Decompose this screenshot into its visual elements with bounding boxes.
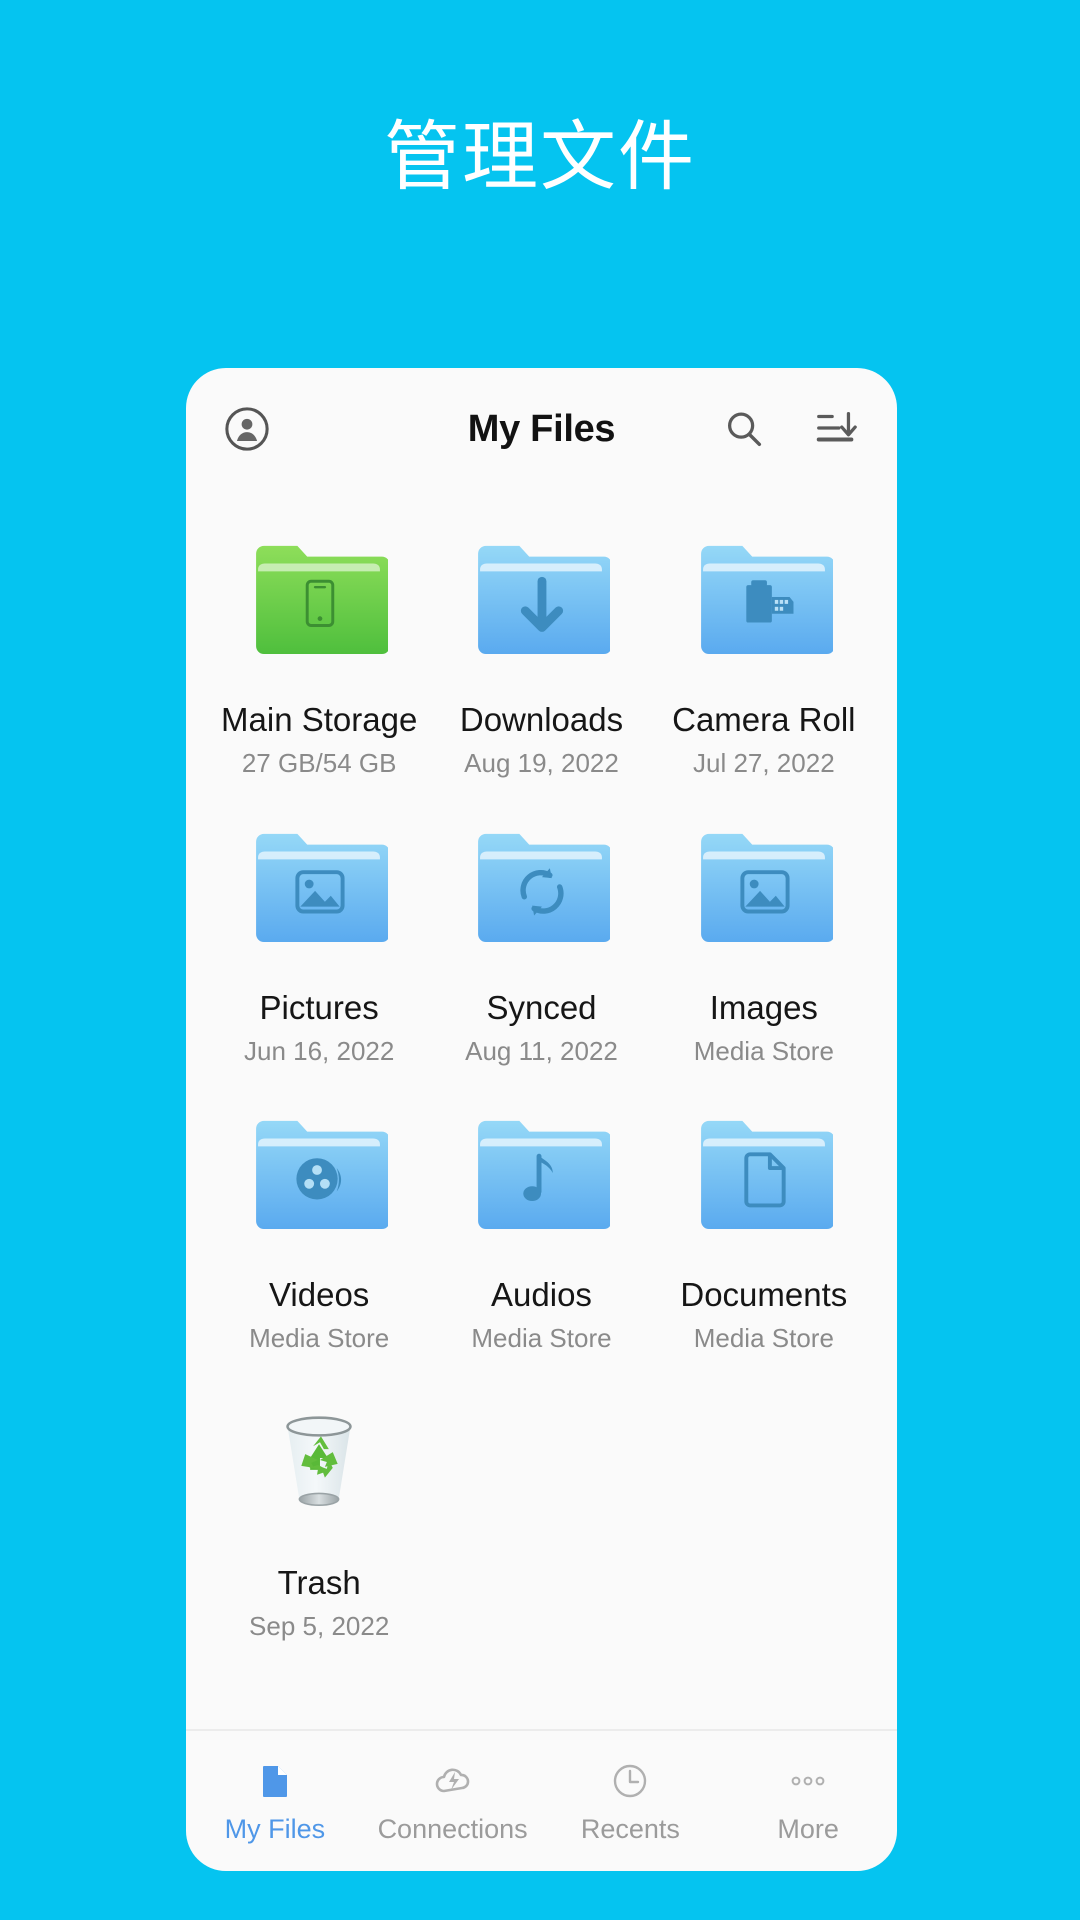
cloud-bolt-icon [432,1760,474,1802]
screen: 管理文件 My Files Main Storage 27 GB/54 GB D… [0,0,1080,1920]
file-tile[interactable]: Audios Media Store [430,1087,652,1375]
folder-film-icon [250,1113,389,1230]
folder-filmroll-icon [695,538,833,654]
file-tile-name: Images [709,988,818,1026]
folder-download-icon [472,538,611,654]
folder-image-icon [250,826,389,942]
file-tile-name: Synced [486,988,597,1026]
nav-item-more[interactable]: More [719,1760,897,1843]
nav-label: More [777,1813,839,1844]
file-tile-subtitle: Media Store [471,1323,612,1354]
file-tile[interactable]: Images Media Store [653,800,875,1088]
file-tile-name: Trash [277,1563,361,1601]
nav-label: Connections [377,1813,528,1844]
file-tile-name: Videos [269,1276,370,1314]
file-tile[interactable]: Synced Aug 11, 2022 [430,800,652,1088]
file-tile-subtitle: Aug 11, 2022 [465,1035,618,1066]
file-tile[interactable]: Videos Media Store [208,1087,430,1375]
file-tile-name: Main Storage [221,701,418,738]
file-tile-subtitle: Media Store [693,1035,834,1066]
file-tile-subtitle: Sep 5, 2022 [249,1610,390,1641]
folder-music-icon [472,1113,611,1230]
file-tile[interactable]: Camera Roll Jul 27, 2022 [653,512,875,800]
nav-label: My Files [224,1813,326,1844]
recycle-bin-icon [250,1401,388,1517]
folder-sync-icon [472,826,611,942]
folder-document-icon [695,1113,833,1230]
folder-image-icon [695,826,833,942]
file-tile-subtitle: Media Store [249,1323,390,1354]
nav-item-my-files[interactable]: My Files [186,1760,364,1843]
file-tile[interactable]: Downloads Aug 19, 2022 [430,512,652,800]
file-tile-subtitle: Aug 19, 2022 [464,747,619,778]
file-tile-subtitle: Media Store [693,1323,834,1354]
sort-descending-icon[interactable] [813,406,859,452]
file-tile-name: Camera Roll [672,701,856,738]
bottom-nav: My Files Connections Recents More [186,1729,897,1871]
page-title: 管理文件 [384,115,696,200]
clock-icon [609,1760,651,1802]
file-tile-name: Pictures [259,988,379,1026]
file-tile[interactable]: Main Storage 27 GB/54 GB [208,512,430,800]
file-tile-subtitle: Jul 27, 2022 [692,747,835,778]
more-dots-icon [787,1760,829,1802]
nav-item-recents[interactable]: Recents [542,1760,720,1843]
nav-label: Recents [580,1813,680,1844]
file-tile-name: Documents [680,1276,848,1314]
app-bar-title: My Files [467,407,616,450]
file-tile-subtitle: Jun 16, 2022 [243,1035,395,1066]
file-tile-name: Audios [491,1276,592,1314]
file-grid: Main Storage 27 GB/54 GB Downloads Aug 1… [186,490,897,1729]
file-tile-subtitle: 27 GB/54 GB [241,747,397,778]
search-icon[interactable] [721,406,767,452]
file-page-icon [254,1760,296,1802]
nav-item-connections[interactable]: Connections [364,1760,542,1843]
file-tile[interactable]: Documents Media Store [653,1087,875,1375]
app-bar: My Files [186,368,897,490]
phone-mockup-card: My Files Main Storage 27 GB/54 GB Downlo… [186,368,897,1871]
file-tile[interactable]: Pictures Jun 16, 2022 [208,800,430,1088]
file-tile[interactable]: Trash Sep 5, 2022 [208,1375,430,1663]
folder-phone-icon [250,538,389,654]
file-tile-name: Downloads [459,701,624,738]
